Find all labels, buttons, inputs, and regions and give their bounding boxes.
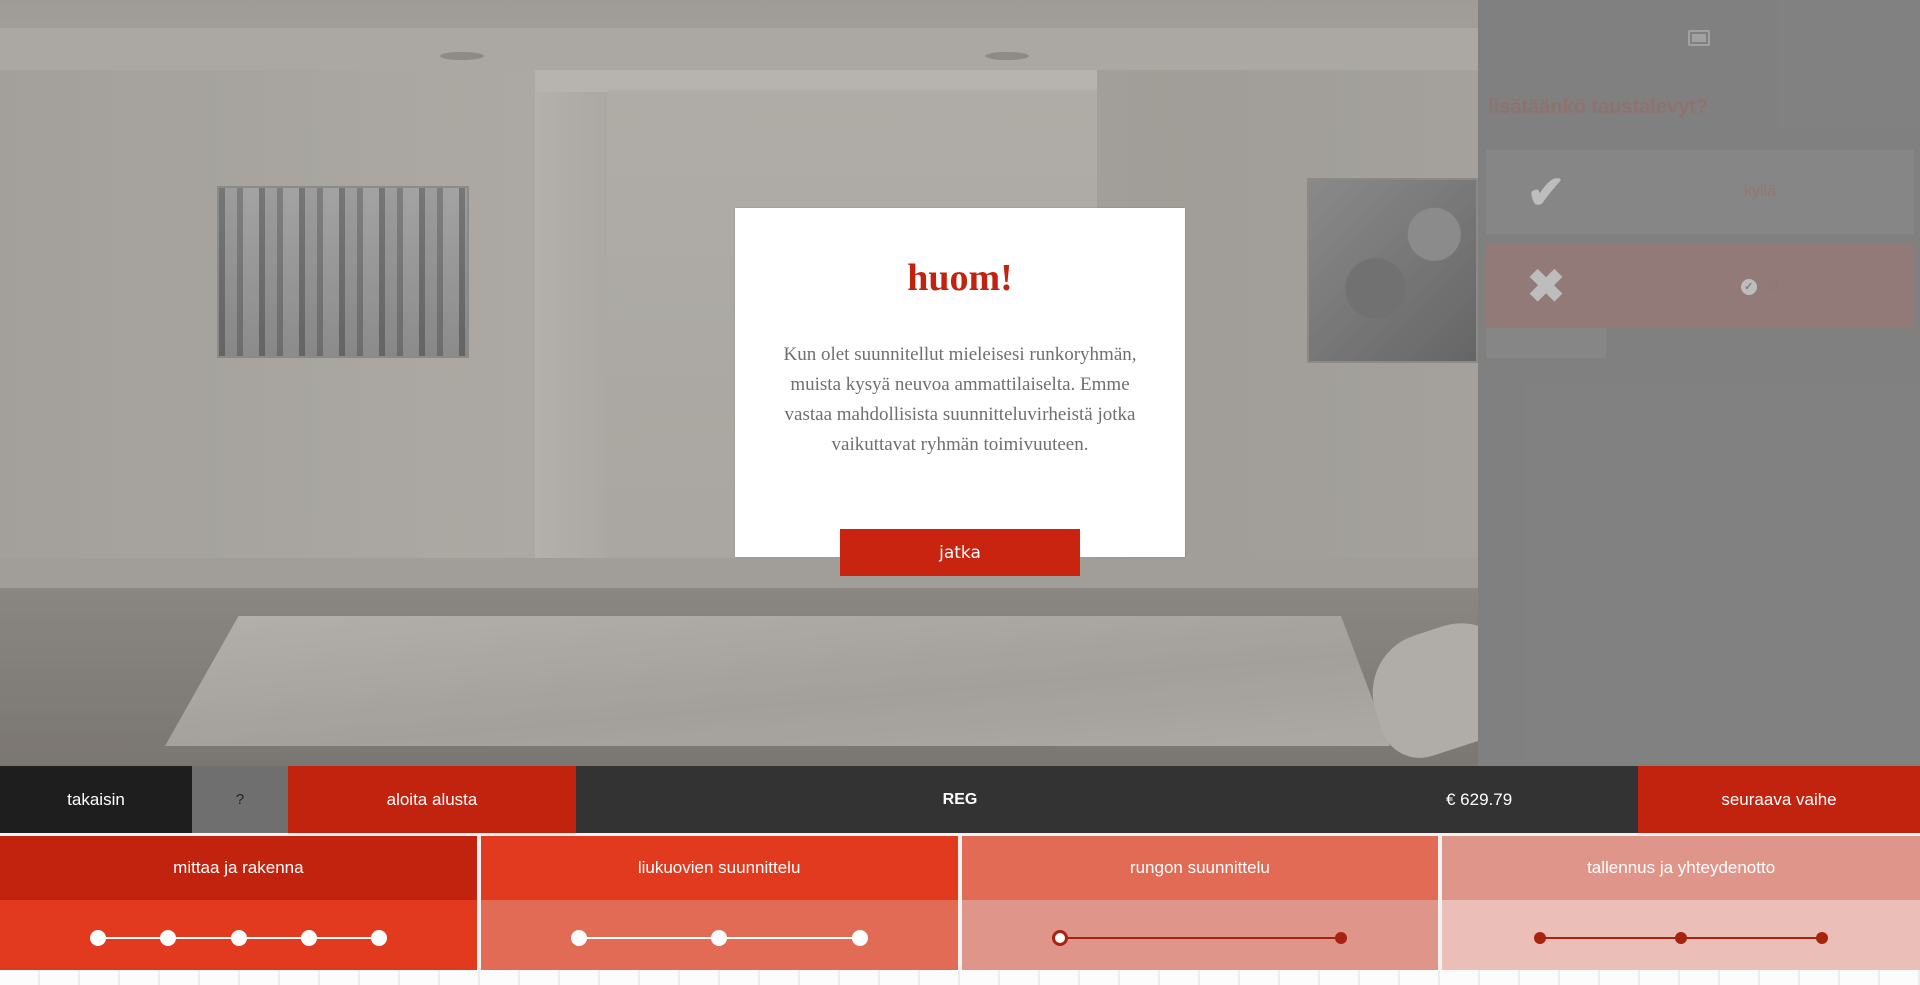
- step-progress-line: [1059, 937, 1341, 939]
- step-frame-tab[interactable]: rungon suunnittelu: [961, 836, 1439, 900]
- step-measure: mittaa ja rakenna: [0, 836, 477, 970]
- step-sliding-doors-track: [480, 900, 958, 970]
- substep-dot[interactable]: [1334, 932, 1347, 944]
- substep-dot[interactable]: [1534, 932, 1547, 944]
- substep-dot[interactable]: [90, 930, 106, 946]
- next-step-button[interactable]: seuraava vaihe: [1638, 766, 1920, 833]
- modal-body: Kun olet suunnitellut mieleisesi runkory…: [783, 344, 1137, 455]
- substep-dot[interactable]: [160, 930, 177, 946]
- continue-button[interactable]: jatka: [840, 529, 1080, 576]
- start-over-button[interactable]: aloita alusta: [288, 766, 576, 833]
- modal-title: huom!: [907, 257, 1013, 299]
- step-sliding-doors-tab[interactable]: liukuovien suunnittelu: [480, 836, 958, 900]
- bottom-toolbar: takaisin ? aloita alusta REG € 629.79 se…: [0, 766, 1920, 833]
- substep-dot[interactable]: [230, 930, 247, 946]
- substep-dot[interactable]: [1051, 930, 1068, 946]
- step-save-contact: tallennus ja yhteydenotto: [1442, 836, 1920, 970]
- substep-dot[interactable]: [711, 930, 728, 946]
- substep-dot[interactable]: [371, 930, 387, 946]
- price-display: € 629.79: [1446, 789, 1513, 809]
- step-measure-tab[interactable]: mittaa ja rakenna: [0, 836, 477, 900]
- substep-dot[interactable]: [1816, 932, 1829, 944]
- help-button[interactable]: ?: [192, 766, 288, 833]
- step-save-contact-track: [1442, 900, 1920, 970]
- step-frame-track: [961, 900, 1439, 970]
- substep-dot[interactable]: [1675, 932, 1688, 944]
- step-frame: rungon suunnittelu: [961, 836, 1439, 970]
- substep-dot[interactable]: [570, 930, 587, 946]
- substep-dot[interactable]: [851, 930, 868, 946]
- step-sliding-doors: liukuovien suunnittelu: [480, 836, 958, 970]
- back-button[interactable]: takaisin: [0, 766, 192, 833]
- step-navigation: mittaa ja rakenna liukuovien suunnittelu…: [0, 836, 1920, 970]
- step-save-contact-tab[interactable]: tallennus ja yhteydenotto: [1442, 836, 1920, 900]
- model-label: REG: [942, 790, 978, 808]
- footer-pattern: [0, 970, 1920, 985]
- substep-dot[interactable]: [300, 930, 317, 946]
- step-measure-track: [0, 900, 477, 970]
- notice-modal: huom! Kun olet suunnitellut mieleisesi r…: [735, 208, 1185, 576]
